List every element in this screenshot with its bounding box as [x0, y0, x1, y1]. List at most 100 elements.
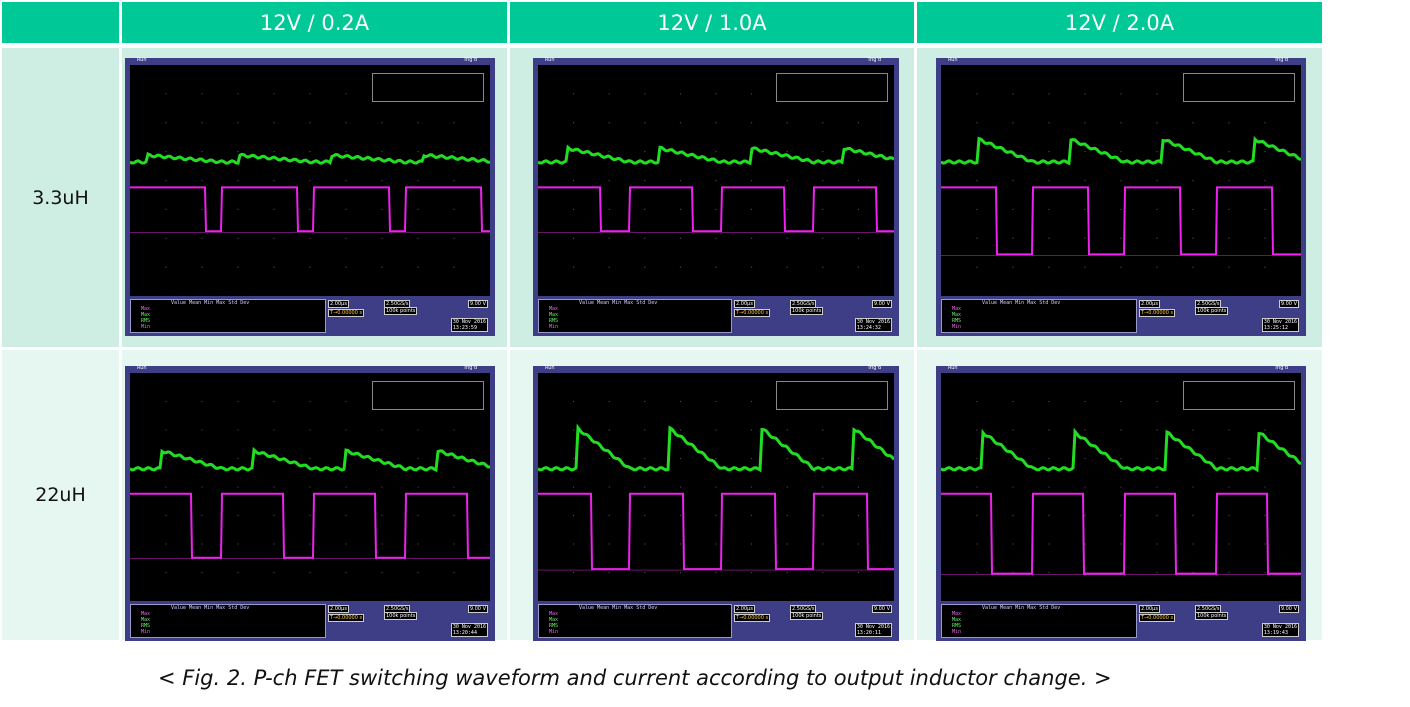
scope-screen — [538, 373, 894, 601]
run-label: Run — [948, 365, 958, 371]
scope-status-bar: Value Mean Min Max Std Dev Max Max RMS Min 2.… — [538, 296, 894, 336]
timebase-readout: 2.00µs — [1139, 300, 1160, 308]
run-label: Run — [545, 57, 555, 63]
trig-label: Trig'd — [867, 365, 882, 371]
voltage-trace — [538, 144, 894, 166]
timebase-readout: 2.00µs — [734, 605, 755, 613]
timebase-readout: 2.00µs — [734, 300, 755, 308]
voltage-trace — [941, 427, 1301, 473]
current-trace — [941, 492, 1301, 575]
scope-screen — [130, 65, 490, 296]
cursor-readout-box — [1183, 73, 1295, 102]
trigger-level-readout: 9.00 V — [1278, 605, 1299, 613]
timestamp-time: 13:25:12 — [1263, 325, 1288, 331]
scope-status-bar: Value Mean Min Max Std Dev Max Max RMS Min 2.… — [130, 601, 490, 641]
timestamp-time: 13:19:43 — [1263, 630, 1288, 636]
oscilloscope-screenshot: Run Trig'd Value Mean Min Max Std Dev Max Ma… — [936, 57, 1306, 336]
timebase-readout: 2.00µs — [1139, 605, 1160, 613]
column-header-2: 12V / 2.0A — [917, 2, 1322, 43]
oscilloscope-screenshot: Run Trig'd Value Mean Min Max Std Dev Max Ma… — [533, 57, 899, 336]
stat-header: Value Mean Min Max Std Dev — [171, 605, 250, 611]
voltage-trace — [130, 446, 490, 473]
row-label-1: 22uH — [2, 350, 119, 640]
current-trace — [941, 186, 1301, 256]
statistics-table: Value Mean Min Max Std Dev Max Max RMS Min — [538, 299, 732, 333]
scope-screen — [538, 65, 894, 296]
stat-label: Min — [549, 629, 559, 635]
stat-header: Value Mean Min Max Std Dev — [982, 605, 1061, 611]
stat-header: Value Mean Min Max Std Dev — [171, 300, 250, 306]
current-trace — [538, 492, 894, 571]
oscilloscope-screenshot: Run Trig'd Value Mean Min Max Std Dev Max Ma… — [125, 57, 495, 336]
trigger-position-readout: T→0.00000 s — [1139, 309, 1176, 317]
stat-label: Min — [952, 324, 962, 330]
figure-caption: < Fig. 2. P-ch FET switching waveform an… — [158, 666, 1112, 690]
scope-status-bar: Value Mean Min Max Std Dev Max Max RMS Min 2.… — [538, 601, 894, 641]
trigger-level-readout: 9.00 V — [871, 605, 892, 613]
trigger-position-readout: T→0.00000 s — [734, 309, 771, 317]
stat-header: Value Mean Min Max Std Dev — [982, 300, 1061, 306]
timestamp: 30 Nov 2016 13:24:32 — [854, 318, 892, 332]
row-label-0: 3.3uH — [2, 48, 119, 347]
stat-label: Min — [141, 324, 151, 330]
trigger-position-readout: T→0.00000 s — [328, 614, 365, 622]
stat-header: Value Mean Min Max Std Dev — [579, 605, 658, 611]
trig-label: Trig'd — [867, 57, 882, 63]
record-length-readout: 100k points — [384, 612, 418, 620]
record-length-readout: 100k points — [790, 612, 824, 620]
timebase-readout: 2.00µs — [328, 605, 349, 613]
timestamp-time: 13:23:59 — [452, 325, 477, 331]
column-header-1: 12V / 1.0A — [510, 2, 914, 43]
timestamp: 30 Nov 2016 13:19:43 — [1261, 623, 1299, 637]
statistics-table: Value Mean Min Max Std Dev Max Max RMS Min — [538, 604, 732, 638]
statistics-table: Value Mean Min Max Std Dev Max Max RMS Min — [130, 604, 326, 638]
cursor-readout-box — [372, 73, 484, 102]
trigger-level-readout: 9.00 V — [467, 300, 488, 308]
scope-screen — [130, 373, 490, 601]
timestamp: 30 Nov 2016 13:25:12 — [1261, 318, 1299, 332]
trigger-level-readout: 9.00 V — [1278, 300, 1299, 308]
cursor-readout-box — [372, 381, 484, 410]
run-label: Run — [948, 57, 958, 63]
stat-label: Min — [549, 324, 559, 330]
record-length-readout: 100k points — [384, 307, 418, 315]
column-header-0: 12V / 0.2A — [122, 2, 507, 43]
record-length-readout: 100k points — [1195, 612, 1229, 620]
oscilloscope-screenshot: Run Trig'd Value Mean Min Max Std Dev Max Ma… — [533, 365, 899, 641]
scope-screen — [941, 373, 1301, 601]
timebase-readout: 2.00µs — [328, 300, 349, 308]
stat-header: Value Mean Min Max Std Dev — [579, 300, 658, 306]
trigger-position-readout: T→0.00000 s — [1139, 614, 1176, 622]
statistics-table: Value Mean Min Max Std Dev Max Max RMS Min — [941, 604, 1137, 638]
trig-label: Trig'd — [463, 365, 478, 371]
scope-status-bar: Value Mean Min Max Std Dev Max Max RMS Min 2.… — [130, 296, 490, 336]
voltage-trace — [941, 135, 1301, 166]
run-label: Run — [137, 365, 147, 371]
scope-status-bar: Value Mean Min Max Std Dev Max Max RMS Min 2.… — [941, 296, 1301, 336]
current-trace — [130, 492, 490, 559]
voltage-trace — [538, 423, 894, 473]
statistics-table: Value Mean Min Max Std Dev Max Max RMS Min — [130, 299, 326, 333]
record-length-readout: 100k points — [790, 307, 824, 315]
trigger-position-readout: T→0.00000 s — [734, 614, 771, 622]
trigger-level-readout: 9.00 V — [467, 605, 488, 613]
timestamp-time: 13:20:44 — [452, 630, 477, 636]
scope-status-bar: Value Mean Min Max Std Dev Max Max RMS Min 2.… — [941, 601, 1301, 641]
trigger-position-readout: T→0.00000 s — [328, 309, 365, 317]
voltage-trace — [130, 151, 490, 166]
trig-label: Trig'd — [463, 57, 478, 63]
timestamp-time: 13:20:11 — [856, 630, 881, 636]
cursor-readout-box — [776, 73, 888, 102]
header-corner — [2, 2, 119, 43]
scope-screen — [941, 65, 1301, 296]
stat-label: Min — [952, 629, 962, 635]
record-length-readout: 100k points — [1195, 307, 1229, 315]
timestamp: 30 Nov 2016 13:23:59 — [450, 318, 488, 332]
trig-label: Trig'd — [1274, 57, 1289, 63]
stat-label: Min — [141, 629, 151, 635]
trig-label: Trig'd — [1274, 365, 1289, 371]
timestamp: 30 Nov 2016 13:20:44 — [450, 623, 488, 637]
run-label: Run — [137, 57, 147, 63]
oscilloscope-screenshot: Run Trig'd Value Mean Min Max Std Dev Max Ma… — [936, 365, 1306, 641]
timestamp: 30 Nov 2016 13:20:11 — [854, 623, 892, 637]
